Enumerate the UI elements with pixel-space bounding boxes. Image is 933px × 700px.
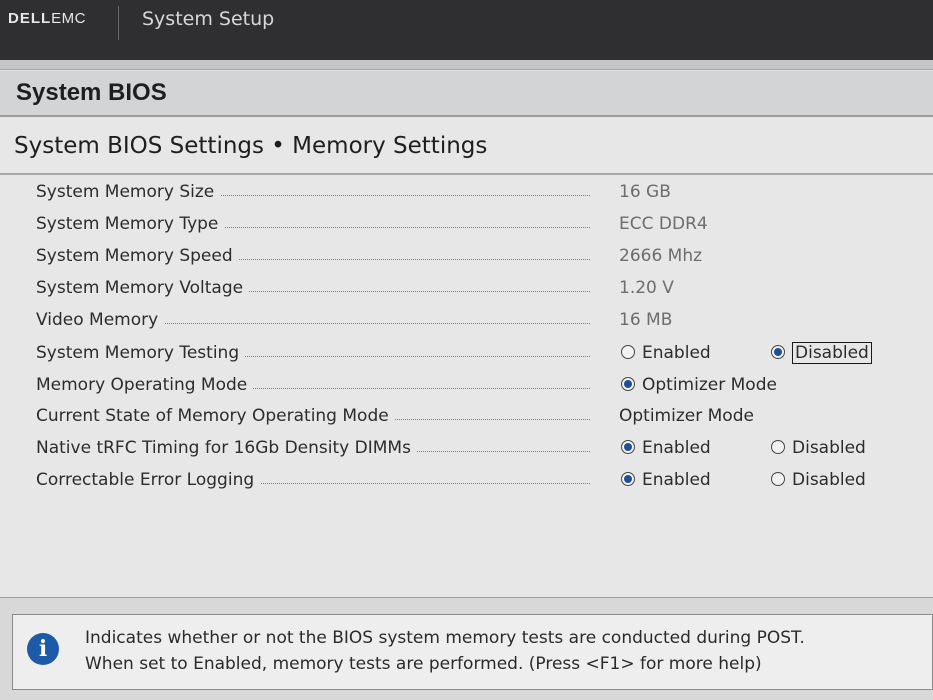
brand-bold: DELL <box>8 10 52 27</box>
top-bar: DELLEMC System Setup <box>0 0 933 60</box>
setting-row-current-mode: Current State of Memory Operating Mode O… <box>0 404 933 432</box>
setting-value: ECC DDR4 <box>619 214 708 234</box>
brand-light: EMC <box>51 10 87 27</box>
radio-option-optimizer[interactable]: Optimizer Mode <box>621 375 777 395</box>
help-line-1: Indicates whether or not the BIOS system… <box>85 628 805 648</box>
option-label: Disabled <box>792 438 866 458</box>
help-box: i Indicates whether or not the BIOS syst… <box>12 614 933 690</box>
info-icon: i <box>27 633 59 665</box>
app-title: System Setup <box>142 8 275 30</box>
setting-label: System Memory Voltage <box>36 278 250 298</box>
setting-label: Correctable Error Logging <box>36 470 261 490</box>
setting-row-memory-type: System Memory Type ECC DDR4 <box>0 212 933 240</box>
dell-emc-logo: DELLEMC <box>8 10 86 27</box>
option-label: Enabled <box>642 438 711 458</box>
option-label: Optimizer Mode <box>642 375 777 395</box>
bios-title-bar: System BIOS <box>0 71 933 117</box>
option-label: Enabled <box>642 343 711 363</box>
option-label: Disabled <box>792 342 872 364</box>
setting-row-video-memory: Video Memory 16 MB <box>0 308 933 336</box>
setting-value: 1.20 V <box>619 278 674 298</box>
setting-label: Native tRFC Timing for 16Gb Density DIMM… <box>36 438 417 458</box>
setting-row-memory-testing: System Memory Testing Enabled Disabled <box>0 341 933 369</box>
radio-option-enabled[interactable]: Enabled <box>621 343 711 363</box>
radio-selected-icon <box>621 440 635 454</box>
setting-value: 2666 Mhz <box>619 246 703 266</box>
radio-selected-icon <box>621 377 635 391</box>
header-stripe <box>0 60 933 70</box>
setting-row-memory-speed: System Memory Speed 2666 Mhz <box>0 244 933 272</box>
radio-option-enabled[interactable]: Enabled <box>621 438 711 458</box>
setting-value: 16 GB <box>619 182 671 202</box>
radio-option-disabled[interactable]: Disabled <box>771 470 866 490</box>
radio-option-disabled[interactable]: Disabled <box>771 342 872 364</box>
title-divider <box>0 173 933 175</box>
setting-value: 16 MB <box>619 310 673 330</box>
radio-selected-icon <box>621 472 635 486</box>
setting-label: System Memory Speed <box>36 246 239 266</box>
header-divider <box>118 6 119 40</box>
radio-empty-icon <box>771 440 785 454</box>
setting-label: Memory Operating Mode <box>36 375 254 395</box>
page-title: System BIOS Settings • Memory Settings <box>14 133 488 159</box>
option-label: Disabled <box>792 470 866 490</box>
help-text: Indicates whether or not the BIOS system… <box>85 625 930 677</box>
settings-page: System BIOS Settings • Memory Settings S… <box>0 119 933 597</box>
setting-label: System Memory Size <box>36 182 221 202</box>
help-line-2: When set to Enabled, memory tests are pe… <box>85 654 762 674</box>
setting-row-trfc-timing: Native tRFC Timing for 16Gb Density DIMM… <box>0 436 933 464</box>
radio-selected-icon <box>771 345 785 359</box>
setting-label: Current State of Memory Operating Mode <box>36 406 395 426</box>
setting-row-memory-voltage: System Memory Voltage 1.20 V <box>0 276 933 304</box>
option-label: Enabled <box>642 470 711 490</box>
radio-option-disabled[interactable]: Disabled <box>771 438 866 458</box>
radio-empty-icon <box>771 472 785 486</box>
help-panel: i Indicates whether or not the BIOS syst… <box>0 597 933 700</box>
setting-row-error-logging: Correctable Error Logging Enabled Disabl… <box>0 468 933 496</box>
radio-empty-icon <box>621 345 635 359</box>
radio-option-enabled[interactable]: Enabled <box>621 470 711 490</box>
setting-label: System Memory Testing <box>36 343 246 363</box>
setting-row-operating-mode: Memory Operating Mode Optimizer Mode <box>0 373 933 401</box>
setting-row-memory-size: System Memory Size 16 GB <box>0 180 933 208</box>
setting-label: Video Memory <box>36 310 165 330</box>
setting-label: System Memory Type <box>36 214 225 234</box>
bios-title: System BIOS <box>16 79 167 106</box>
setting-value: Optimizer Mode <box>619 406 754 426</box>
